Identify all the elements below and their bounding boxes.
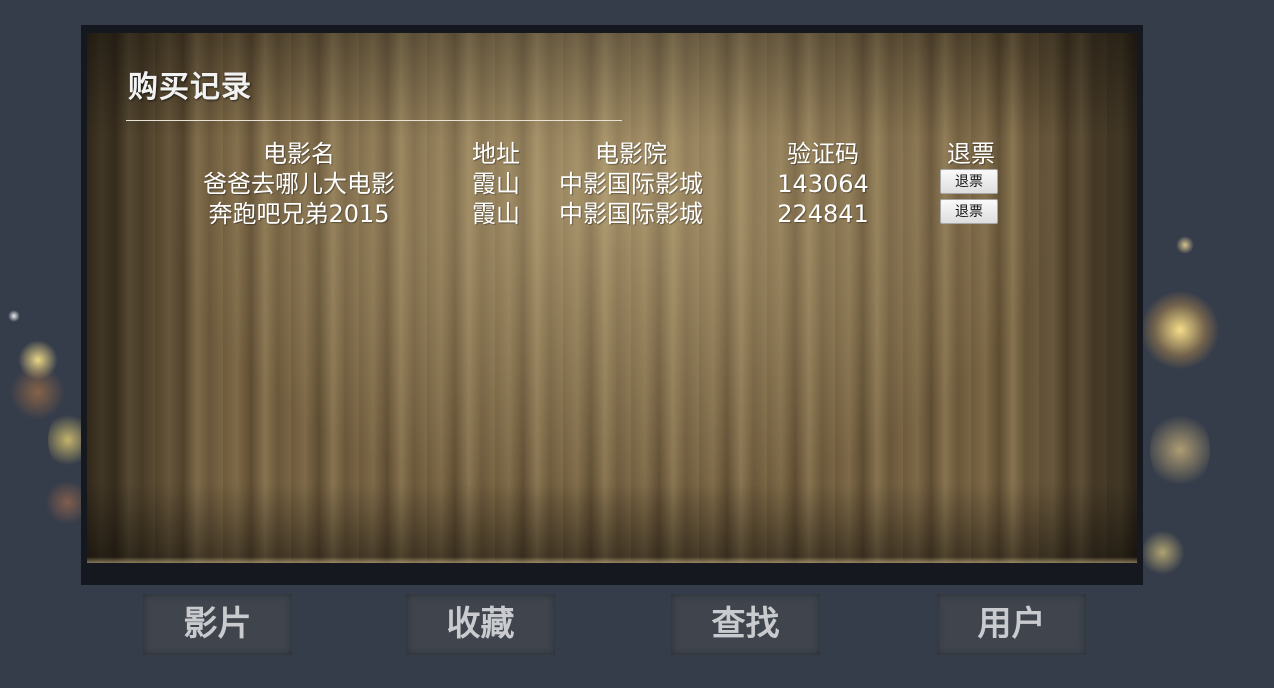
cell-cinema: 中影国际影城 bbox=[559, 170, 703, 198]
bokeh-light bbox=[8, 310, 20, 322]
bokeh-light bbox=[1150, 410, 1210, 490]
header-movie: 电影名 bbox=[263, 140, 335, 168]
cell-movie: 奔跑吧兄弟2015 bbox=[208, 200, 390, 228]
purchase-record-panel bbox=[81, 25, 1143, 585]
bokeh-light bbox=[18, 340, 58, 380]
nav-user-button[interactable]: 用户 bbox=[937, 594, 1086, 655]
cell-code: 224841 bbox=[777, 200, 869, 228]
header-address: 地址 bbox=[472, 140, 520, 168]
cell-address: 霞山 bbox=[472, 200, 520, 228]
title-divider bbox=[126, 120, 622, 121]
bokeh-light bbox=[10, 365, 65, 420]
refund-button[interactable]: 退票 bbox=[940, 169, 998, 194]
nav-search-button[interactable]: 查找 bbox=[671, 594, 820, 655]
refund-button[interactable]: 退票 bbox=[940, 199, 998, 224]
bokeh-light bbox=[1176, 236, 1194, 254]
page-title: 购买记录 bbox=[128, 70, 252, 105]
header-refund: 退票 bbox=[947, 140, 995, 168]
header-code: 验证码 bbox=[787, 140, 859, 168]
bokeh-light bbox=[1140, 530, 1185, 575]
cell-movie: 爸爸去哪儿大电影 bbox=[203, 170, 395, 198]
nav-favorites-button[interactable]: 收藏 bbox=[406, 594, 555, 655]
cell-address: 霞山 bbox=[472, 170, 520, 198]
wood-background bbox=[87, 33, 1137, 563]
cell-code: 143064 bbox=[777, 170, 869, 198]
header-cinema: 电影院 bbox=[595, 140, 667, 168]
cell-cinema: 中影国际影城 bbox=[559, 200, 703, 228]
nav-movies-button[interactable]: 影片 bbox=[143, 594, 292, 655]
bokeh-light bbox=[1140, 290, 1220, 370]
